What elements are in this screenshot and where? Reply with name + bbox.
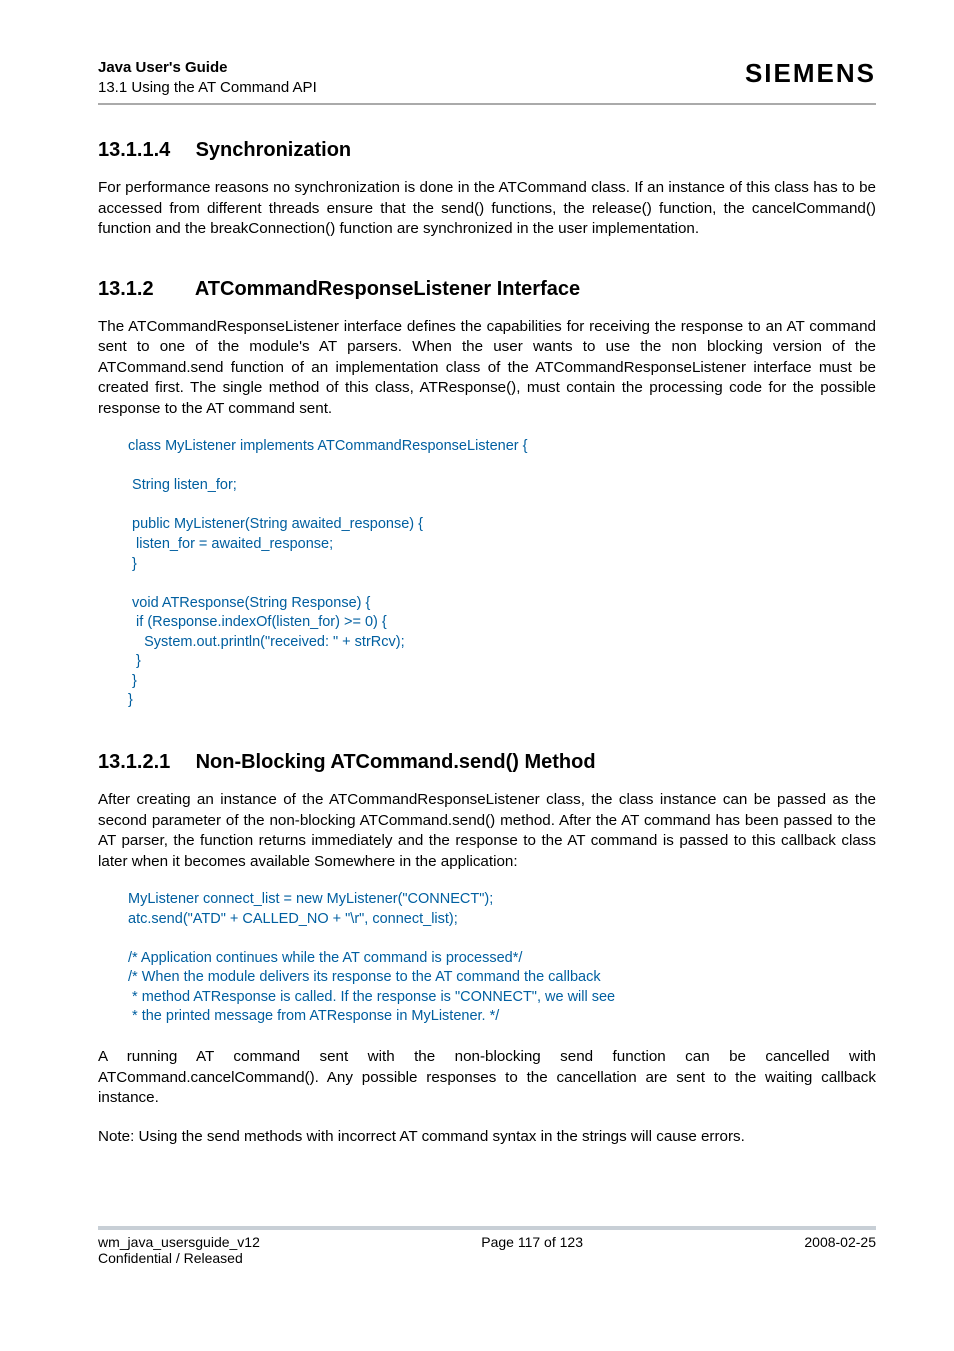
footer-date: 2008-02-25 xyxy=(804,1234,876,1266)
section-number: 13.1.1.4 xyxy=(98,139,190,162)
section-heading-sync: 13.1.1.4 Synchronization xyxy=(98,139,876,162)
section-number: 13.1.2 xyxy=(98,278,190,301)
footer-doc-id: wm_java_usersguide_v12 xyxy=(98,1234,260,1250)
footer-divider xyxy=(98,1226,876,1230)
code-block-listener: class MyListener implements ATCommandRes… xyxy=(128,437,876,711)
page: Java User's Guide 13.1 Using the AT Comm… xyxy=(0,0,954,1290)
section-para: For performance reasons no synchronizati… xyxy=(98,178,876,240)
brand-logo: SIEMENS xyxy=(745,58,876,89)
section-heading-listener: 13.1.2 ATCommandResponseListener Interfa… xyxy=(98,278,876,301)
footer-confidential: Confidential / Released xyxy=(98,1250,243,1266)
section-title: Non-Blocking ATCommand.send() Method xyxy=(196,751,596,773)
section-para: After creating an instance of the ATComm… xyxy=(98,790,876,872)
header: Java User's Guide 13.1 Using the AT Comm… xyxy=(98,58,876,97)
header-left: Java User's Guide 13.1 Using the AT Comm… xyxy=(98,58,317,97)
section-heading-nonblocking: 13.1.2.1 Non-Blocking ATCommand.send() M… xyxy=(98,751,876,774)
footer-left: wm_java_usersguide_v12 Confidential / Re… xyxy=(98,1234,260,1266)
section-number: 13.1.2.1 xyxy=(98,751,190,774)
code-block-send: MyListener connect_list = new MyListener… xyxy=(128,890,876,1027)
footer-page: Page 117 of 123 xyxy=(481,1234,583,1266)
footer: wm_java_usersguide_v12 Confidential / Re… xyxy=(98,1226,876,1266)
footer-row: wm_java_usersguide_v12 Confidential / Re… xyxy=(98,1234,876,1266)
section-title: Synchronization xyxy=(196,139,352,161)
section-para: Note: Using the send methods with incorr… xyxy=(98,1127,876,1148)
header-divider xyxy=(98,103,876,105)
doc-title: Java User's Guide xyxy=(98,58,317,78)
section-title: ATCommandResponseListener Interface xyxy=(195,278,580,300)
section-para: A running AT command sent with the non-b… xyxy=(98,1047,876,1109)
section-para: The ATCommandResponseListener interface … xyxy=(98,317,876,420)
doc-subtitle: 13.1 Using the AT Command API xyxy=(98,78,317,98)
